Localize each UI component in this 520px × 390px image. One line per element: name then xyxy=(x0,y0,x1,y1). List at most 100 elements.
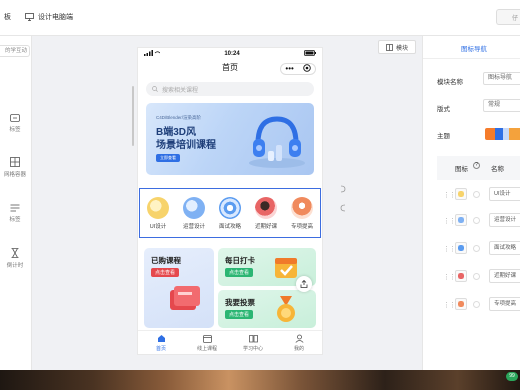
nav-item-label: 运营设计 xyxy=(182,224,205,230)
component-category-tab[interactable]: 的学互动 xyxy=(0,45,30,57)
nav-item-recent-courses[interactable]: 近期好课 xyxy=(250,197,282,230)
layout-label: 版式 xyxy=(437,106,450,113)
toolbar-right-button[interactable]: 仔 xyxy=(496,9,520,25)
user-icon xyxy=(295,334,303,343)
module-button-label: 模块 xyxy=(395,45,408,52)
top-toolbar: 板 设计电脑端 仔 xyxy=(0,0,520,36)
purchased-courses-card[interactable]: 已购课程 点击查看 xyxy=(144,248,214,328)
icon-nav-module[interactable]: UI设计 运营设计 面试攻略 近期好课 专项提高 xyxy=(139,188,321,238)
help-icon[interactable]: ? xyxy=(473,162,480,169)
calendar-icon xyxy=(202,334,212,343)
row-thumbnail[interactable] xyxy=(455,188,467,200)
battery-icon xyxy=(304,50,316,58)
module-name-label: 模块名称 xyxy=(437,79,463,86)
toolbar-item-board[interactable]: 板 xyxy=(4,12,11,22)
row-thumbnail[interactable] xyxy=(455,242,467,254)
purchased-courses-button[interactable]: 点击查看 xyxy=(151,268,180,277)
row-thumbnail[interactable] xyxy=(455,214,467,226)
module-icon xyxy=(386,43,393,51)
medal-illustration xyxy=(277,296,295,322)
mini-program-capsule[interactable]: ••• xyxy=(280,63,316,75)
nav-item-interview-guide[interactable]: 面试攻略 xyxy=(214,197,246,230)
row-name-input[interactable]: UI设计 xyxy=(489,187,520,201)
module-name-input[interactable]: 图标导航 xyxy=(483,72,520,85)
vote-button[interactable]: 点击查看 xyxy=(225,310,254,319)
banner-view-button[interactable]: 立即查看 xyxy=(156,154,180,162)
table-header-icon: 图标 xyxy=(455,166,468,173)
row-name-input[interactable]: 专项提高 xyxy=(489,297,520,311)
design-desktop-button[interactable]: 设计电脑端 xyxy=(25,12,73,22)
tab-home[interactable]: 首页 xyxy=(143,334,179,352)
row-radio[interactable] xyxy=(473,245,480,252)
row-name-input[interactable]: 运营设计 xyxy=(489,213,520,227)
search-input[interactable]: 搜索相关课程 xyxy=(146,82,314,96)
row-radio[interactable] xyxy=(473,273,480,280)
nav-item-operation-design[interactable]: 运营设计 xyxy=(178,197,210,230)
course-banner[interactable]: C4D/Blender/渲染高阶 B端3D风 场景培训课程 立即查看 xyxy=(146,103,314,175)
component-grid-container[interactable]: 网格容器 xyxy=(0,157,30,178)
layout-select[interactable]: 常规 xyxy=(483,99,520,112)
interview-guide-icon xyxy=(219,197,241,219)
drag-handle-icon[interactable]: ⋮⋮ xyxy=(443,301,456,309)
row-thumbnail[interactable] xyxy=(455,270,467,282)
tab-learning-center[interactable]: 学习中心 xyxy=(235,334,271,352)
undo-button[interactable] xyxy=(339,185,347,195)
nav-item-special-improve[interactable]: 专项提高 xyxy=(286,197,318,230)
tab-home-label: 首页 xyxy=(155,345,166,352)
daily-checkin-title: 每日打卡 xyxy=(225,256,255,265)
vote-card[interactable]: 我要投票 点击查看 xyxy=(218,290,316,328)
drag-handle-icon[interactable]: ⋮⋮ xyxy=(443,191,456,199)
drag-handle-icon[interactable]: ⋮⋮ xyxy=(443,217,456,225)
table-row[interactable]: ⋮⋮ 专项提高 xyxy=(437,296,520,316)
headphones-illustration xyxy=(249,116,305,168)
nav-item-label: 专项提高 xyxy=(290,224,313,230)
search-icon xyxy=(152,86,158,92)
tab-mine[interactable]: 我的 xyxy=(281,334,317,352)
canvas-scrollbar[interactable] xyxy=(132,86,134,146)
table-row[interactable]: ⋮⋮ 面试攻略 xyxy=(437,240,520,260)
property-panel: 图标导航 模块名称 图标导航 版式 常规 主题 图标 ? 名称 ⋮⋮ UI设计 … xyxy=(422,36,520,370)
row-radio[interactable] xyxy=(473,217,480,224)
component-panel: 的学互动 标签 网格容器 标签 倒计时 xyxy=(0,36,32,370)
component-tabs-label: 标签 xyxy=(9,217,21,223)
page-title: 首页 xyxy=(222,63,238,72)
monitor-icon xyxy=(25,13,34,21)
row-name-input[interactable]: 面试攻略 xyxy=(489,241,520,255)
component-badge[interactable]: 标签 xyxy=(0,114,30,133)
nav-item-label: UI设计 xyxy=(149,224,167,230)
nav-item-ui-design[interactable]: UI设计 xyxy=(142,197,174,230)
toolbar-item-board-label: 板 xyxy=(4,14,11,21)
icon-table-header: 图标 ? 名称 xyxy=(437,156,520,180)
table-row[interactable]: ⋮⋮ 近期好课 xyxy=(437,268,520,288)
redo-button[interactable] xyxy=(339,204,347,214)
module-button[interactable]: 模块 xyxy=(378,40,416,54)
row-radio[interactable] xyxy=(473,301,480,308)
close-target-icon[interactable] xyxy=(302,63,311,75)
tab-online-courses-label: 线上课程 xyxy=(196,345,217,352)
nav-item-label: 近期好课 xyxy=(254,224,277,230)
row-thumbnail[interactable] xyxy=(455,298,467,310)
daily-checkin-button[interactable]: 点击查看 xyxy=(225,268,254,277)
book-illustration xyxy=(170,286,200,310)
row-name-input[interactable]: 近期好课 xyxy=(489,269,520,283)
component-countdown[interactable]: 倒计时 xyxy=(0,248,30,269)
grid-icon xyxy=(10,157,20,167)
drag-handle-icon[interactable]: ⋮⋮ xyxy=(443,245,456,253)
tab-learning-center-label: 学习中心 xyxy=(242,345,263,352)
table-row[interactable]: ⋮⋮ 运营设计 xyxy=(437,212,520,232)
ui-design-icon xyxy=(147,197,169,219)
tab-online-courses[interactable]: 线上课程 xyxy=(189,334,225,352)
component-tabs[interactable]: 标签 xyxy=(0,204,30,223)
banner-subtitle: C4D/Blender/渲染高阶 xyxy=(156,115,202,120)
row-radio[interactable] xyxy=(473,191,480,198)
signal-icon xyxy=(144,50,161,58)
theme-color-picker[interactable] xyxy=(485,128,520,140)
badge-icon xyxy=(10,114,20,122)
panel-divider xyxy=(423,58,520,59)
banner-title-line2: 场景培训课程 xyxy=(156,140,216,151)
share-float-button[interactable] xyxy=(296,276,312,292)
home-icon xyxy=(157,334,165,342)
more-icon[interactable]: ••• xyxy=(285,64,293,74)
drag-handle-icon[interactable]: ⋮⋮ xyxy=(443,273,456,281)
table-row[interactable]: ⋮⋮ UI设计 xyxy=(437,186,520,206)
